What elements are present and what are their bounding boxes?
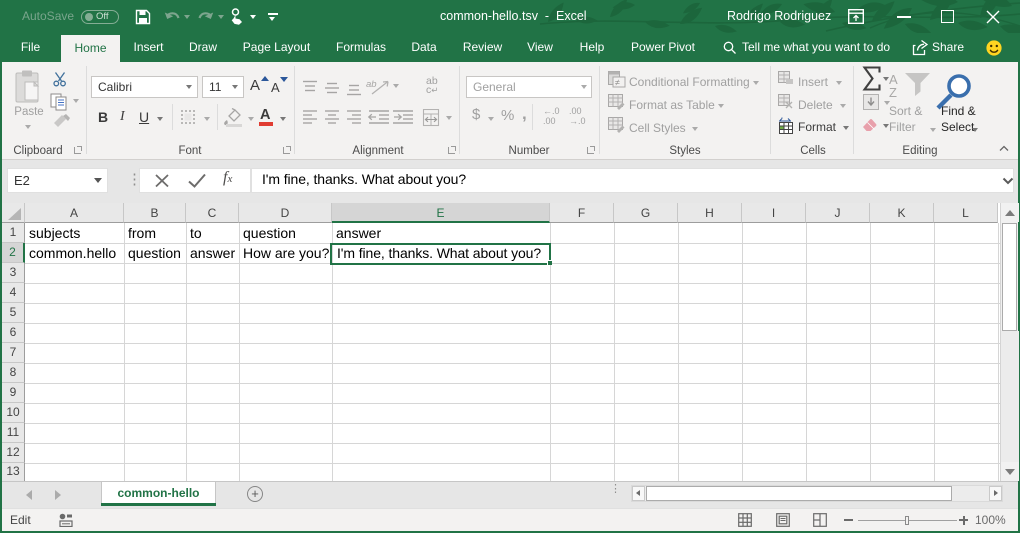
- svg-text:ab: ab: [366, 79, 377, 90]
- svg-text:≠: ≠: [615, 78, 620, 88]
- svg-text:Z: Z: [889, 85, 897, 99]
